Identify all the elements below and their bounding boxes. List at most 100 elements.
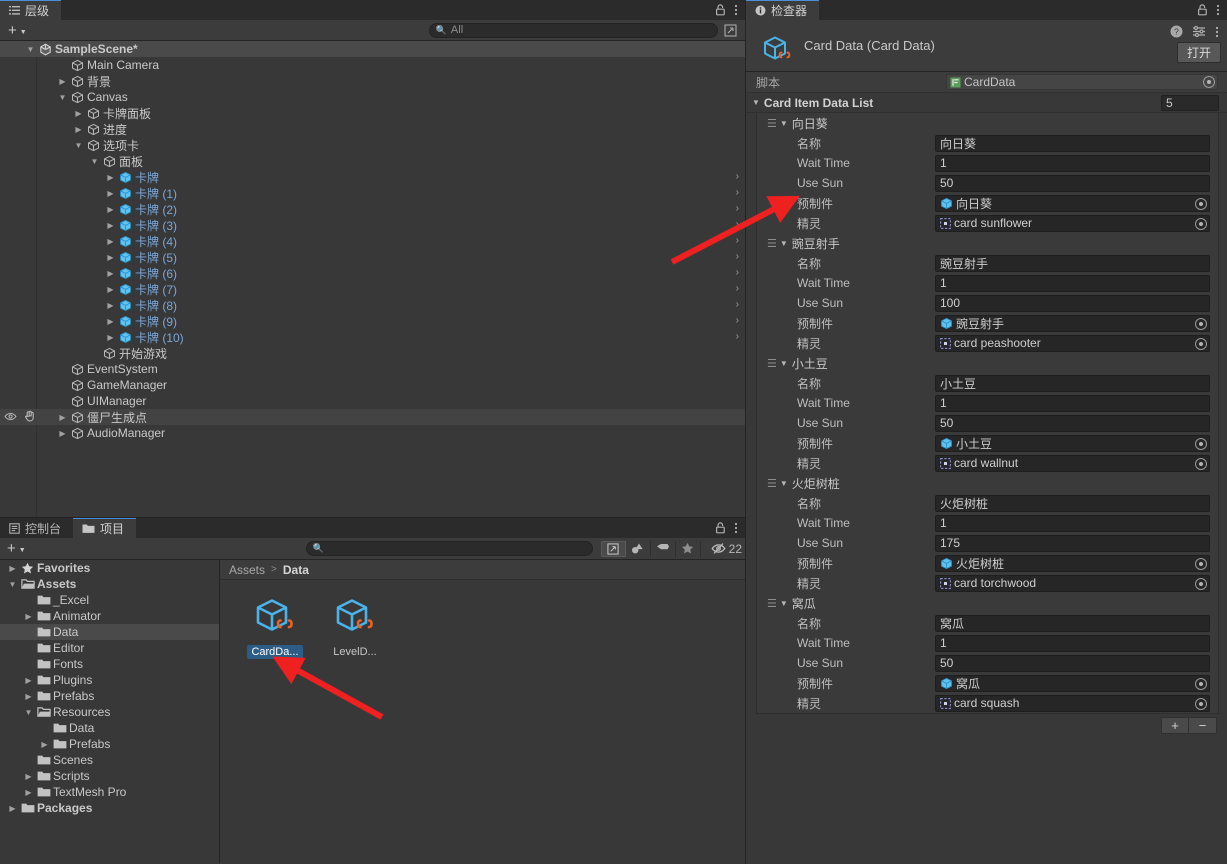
chevron-right-icon[interactable]: › <box>736 235 739 246</box>
chevron-right-icon[interactable]: ▶ <box>104 173 117 182</box>
prefab-object-field[interactable]: 向日葵 <box>935 194 1210 212</box>
chevron-down-icon[interactable]: ▼ <box>752 98 760 107</box>
drag-handle-icon[interactable]: ☰ <box>767 477 777 490</box>
favorite-star-icon[interactable] <box>676 540 701 557</box>
list-add-button[interactable]: + <box>1161 717 1189 734</box>
hierarchy-row[interactable]: 开始游戏 <box>0 345 745 361</box>
wait_time-input[interactable]: 1 <box>935 634 1210 652</box>
tab-inspector[interactable]: 检查器 <box>746 0 820 20</box>
project-tree-row[interactable]: ▶ Prefabs <box>0 688 219 704</box>
sprite-object-field[interactable]: card squash <box>935 694 1210 712</box>
prefab-object-field[interactable]: 火炬树桩 <box>935 554 1210 572</box>
sprite-object-field[interactable]: card sunflower <box>935 214 1210 232</box>
hierarchy-search-input[interactable]: 🔍 All <box>428 22 718 38</box>
object-picker-icon[interactable] <box>1195 197 1207 210</box>
hierarchy-row[interactable]: ▶ 卡牌 (2) › <box>0 201 745 217</box>
object-picker-icon[interactable] <box>1195 557 1207 570</box>
chevron-right-icon[interactable]: › <box>736 267 739 278</box>
chevron-right-icon[interactable]: ▶ <box>56 413 69 422</box>
script-object-field[interactable]: CardData <box>946 74 1218 90</box>
drag-handle-icon[interactable]: ☰ <box>767 357 777 370</box>
hierarchy-row[interactable]: ▶ 背景 <box>0 73 745 89</box>
kebab-menu-icon[interactable] <box>734 522 738 534</box>
drag-handle-icon[interactable]: ☰ <box>767 117 777 130</box>
chevron-right-icon[interactable]: ▶ <box>22 788 35 797</box>
help-icon[interactable]: ? <box>1170 25 1183 38</box>
card-item-header[interactable]: ☰ ▼ 窝瓜 <box>757 593 1218 613</box>
hierarchy-row[interactable]: ▶ 僵尸生成点 <box>0 409 745 425</box>
hierarchy-row[interactable]: ▶ 卡牌 (7) › <box>0 281 745 297</box>
hierarchy-row[interactable]: ▶ 卡牌 (10) › <box>0 329 745 345</box>
chevron-down-icon[interactable]: ▼ <box>780 239 788 248</box>
hierarchy-row[interactable]: Main Camera <box>0 57 745 73</box>
chevron-down-icon[interactable]: ▼ <box>780 119 788 128</box>
tab-hierarchy[interactable]: 层级 <box>0 0 62 20</box>
project-tree-row[interactable]: ▶ Prefabs <box>0 736 219 752</box>
hierarchy-row[interactable]: GameManager <box>0 377 745 393</box>
chevron-right-icon[interactable]: › <box>736 315 739 326</box>
hierarchy-row[interactable]: ▶ 进度 <box>0 121 745 137</box>
hierarchy-row[interactable]: ▶ 卡牌 (1) › <box>0 185 745 201</box>
name-input[interactable]: 豌豆射手 <box>935 254 1210 272</box>
use_sun-input[interactable]: 100 <box>935 294 1210 312</box>
hierarchy-row[interactable]: UIManager <box>0 393 745 409</box>
project-tree-row[interactable]: Editor <box>0 640 219 656</box>
chevron-down-icon[interactable]: ▼ <box>24 45 37 54</box>
preset-icon[interactable] <box>1192 25 1206 38</box>
object-picker-icon[interactable] <box>1195 457 1207 470</box>
project-tree-row[interactable]: Scenes <box>0 752 219 768</box>
create-gameobject-button[interactable]: + ▼ <box>4 23 31 38</box>
horizontal-divider[interactable] <box>0 517 745 518</box>
project-tree-row[interactable]: ▶ Scripts <box>0 768 219 784</box>
hierarchy-row[interactable]: ▶ 卡牌 (8) › <box>0 297 745 313</box>
object-filter-icon[interactable] <box>626 540 651 557</box>
object-picker-icon[interactable] <box>1203 76 1215 88</box>
name-input[interactable]: 小土豆 <box>935 374 1210 392</box>
hierarchy-row[interactable]: ▼ 面板 <box>0 153 745 169</box>
chevron-right-icon[interactable]: ▶ <box>104 205 117 214</box>
hierarchy-row[interactable]: ▼ Canvas <box>0 89 745 105</box>
chevron-down-icon[interactable]: ▼ <box>6 580 19 589</box>
chevron-down-icon[interactable]: ▼ <box>22 708 35 717</box>
chevron-right-icon[interactable]: ▶ <box>72 125 85 134</box>
chevron-right-icon[interactable]: › <box>736 171 739 182</box>
object-picker-icon[interactable] <box>1195 697 1207 710</box>
asset-grid[interactable]: CardDa... LevelD... <box>220 580 745 863</box>
project-tree-row[interactable]: Data <box>0 624 219 640</box>
name-input[interactable]: 火炬树桩 <box>935 494 1210 512</box>
chevron-right-icon[interactable]: ▶ <box>104 237 117 246</box>
chevron-right-icon[interactable]: ▶ <box>56 429 69 438</box>
wait_time-input[interactable]: 1 <box>935 154 1210 172</box>
object-picker-icon[interactable] <box>1195 217 1207 230</box>
object-picker-icon[interactable] <box>1195 677 1207 690</box>
use_sun-input[interactable]: 50 <box>935 174 1210 192</box>
tab-console[interactable]: 控制台 <box>0 518 74 538</box>
hierarchy-row[interactable]: ▶ 卡牌 (6) › <box>0 265 745 281</box>
chevron-right-icon[interactable]: › <box>736 187 739 198</box>
chevron-right-icon[interactable]: ▶ <box>104 269 117 278</box>
hierarchy-row[interactable]: ▼ 选项卡 <box>0 137 745 153</box>
hierarchy-row[interactable]: ▶ AudioManager <box>0 425 745 441</box>
card-item-header[interactable]: ☰ ▼ 向日葵 <box>757 113 1218 133</box>
drag-handle-icon[interactable]: ☰ <box>767 597 777 610</box>
breadcrumb-root[interactable]: Assets <box>229 563 265 577</box>
open-button[interactable]: 打开 <box>1176 42 1221 63</box>
hierarchy-tree[interactable]: ▼ SampleScene* Main Camera ▶ 背景 ▼ Canvas ▶ 卡牌面板 ▶… <box>0 41 745 517</box>
chevron-down-icon[interactable]: ▼ <box>780 479 788 488</box>
card-item-header[interactable]: ☰ ▼ 豌豆射手 <box>757 233 1218 253</box>
object-picker-icon[interactable] <box>1195 577 1207 590</box>
chevron-right-icon[interactable]: ▶ <box>104 333 117 342</box>
sprite-object-field[interactable]: card peashooter <box>935 334 1210 352</box>
kebab-menu-icon[interactable] <box>1216 4 1220 16</box>
chevron-down-icon[interactable]: ▼ <box>88 157 101 166</box>
label-filter-icon[interactable] <box>651 540 676 557</box>
list-size-input[interactable]: 5 <box>1161 94 1219 111</box>
eye-icon[interactable] <box>4 410 17 422</box>
project-tree-row[interactable]: _Excel <box>0 592 219 608</box>
chevron-right-icon[interactable]: ▶ <box>104 253 117 262</box>
chevron-down-icon[interactable]: ▼ <box>72 141 85 150</box>
hierarchy-row[interactable]: ▶ 卡牌 (4) › <box>0 233 745 249</box>
hidden-assets-count[interactable]: 22 <box>705 542 742 556</box>
chevron-right-icon[interactable]: ▶ <box>104 285 117 294</box>
project-tree-row[interactable]: ▶ Animator <box>0 608 219 624</box>
